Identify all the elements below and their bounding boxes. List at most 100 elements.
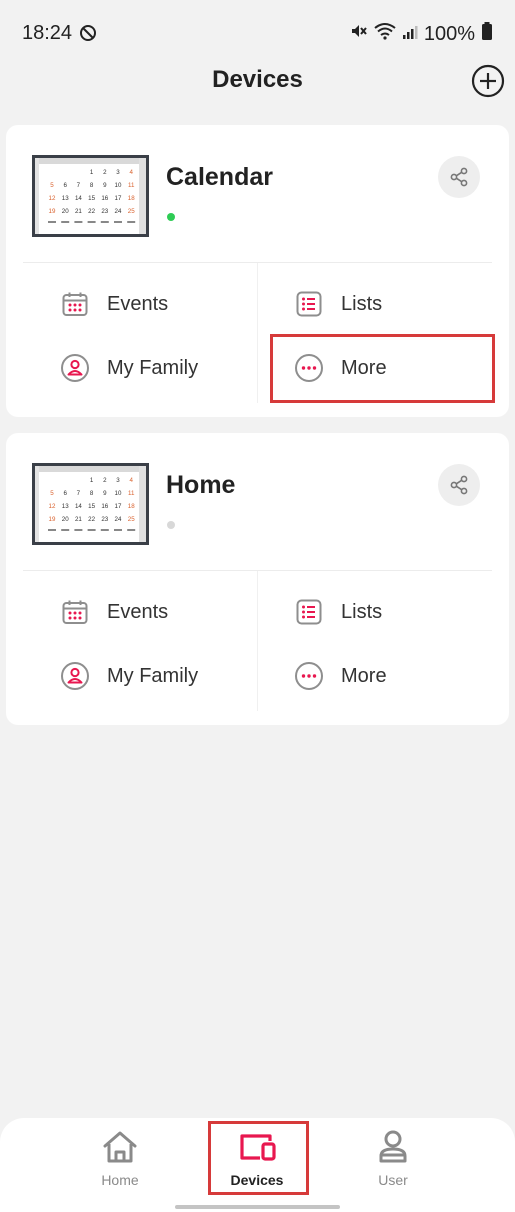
calendar-day-number: 18 bbox=[128, 195, 135, 202]
calendar-day-number: 15 bbox=[88, 195, 95, 202]
calendar-cut-off-row bbox=[61, 529, 70, 531]
my-family-label: My Family bbox=[107, 356, 199, 379]
calendar-day-number: 15 bbox=[88, 503, 95, 510]
calendar-day-number: 13 bbox=[62, 503, 69, 510]
events-label: Events bbox=[107, 600, 169, 623]
lists-button[interactable]: Lists bbox=[294, 282, 382, 326]
calendar-day-number: 11 bbox=[128, 182, 135, 189]
calendar-day-number: 19 bbox=[49, 516, 56, 523]
family-icon bbox=[60, 661, 90, 691]
calendar-day-number: 21 bbox=[75, 516, 82, 523]
calendar-cut-off-row bbox=[48, 221, 56, 223]
calendar-day-number: 12 bbox=[49, 503, 56, 510]
wifi-icon bbox=[374, 22, 396, 46]
lists-label: Lists bbox=[341, 600, 383, 623]
calendar-day-number: 9 bbox=[103, 182, 107, 189]
calendar-day-number: 2 bbox=[103, 477, 107, 484]
calendar-cut-off-row bbox=[127, 221, 136, 223]
family-icon bbox=[60, 353, 90, 383]
calendar-icon bbox=[60, 597, 90, 627]
calendar-cut-off-row bbox=[100, 529, 109, 531]
calendar-day-number: 23 bbox=[101, 208, 108, 215]
plus-circle-icon bbox=[471, 64, 505, 98]
home-icon bbox=[103, 1131, 137, 1163]
calendar-day-number: 24 bbox=[115, 516, 122, 523]
calendar-cut-off-row bbox=[100, 221, 109, 223]
calendar-day-number: 10 bbox=[115, 490, 122, 497]
nav-home[interactable]: Home bbox=[70, 1128, 170, 1194]
battery-percent: 100% bbox=[423, 22, 475, 45]
device-name: Calendar bbox=[166, 163, 273, 191]
calendar-day-number: 8 bbox=[90, 182, 94, 189]
battery-icon bbox=[481, 22, 493, 46]
calendar-cut-off-row bbox=[87, 529, 96, 531]
calendar-day-number: 22 bbox=[88, 516, 95, 523]
calendar-day-number: 19 bbox=[49, 208, 56, 215]
calendar-day-number: 22 bbox=[88, 208, 95, 215]
calendar-day-number: 25 bbox=[128, 516, 135, 523]
status-icons: 100% bbox=[350, 22, 493, 46]
device-name: Home bbox=[166, 471, 236, 499]
calendar-icon bbox=[60, 289, 90, 319]
share-button[interactable] bbox=[438, 156, 480, 198]
my-family-button[interactable]: My Family bbox=[60, 654, 198, 698]
calendar-day-number: 16 bbox=[101, 195, 108, 202]
calendar-cut-off-row bbox=[74, 529, 83, 531]
nav-home-label: Home bbox=[101, 1172, 139, 1188]
calendar-day-number: 3 bbox=[116, 477, 120, 484]
page-title: Devices bbox=[212, 66, 303, 93]
events-button[interactable]: Events bbox=[60, 590, 168, 634]
calendar-cut-off-row bbox=[127, 529, 136, 531]
more-label: More bbox=[341, 664, 387, 687]
user-icon bbox=[379, 1130, 407, 1163]
calendar-day-number: 8 bbox=[90, 490, 94, 497]
calendar-cut-off-row bbox=[74, 221, 83, 223]
calendar-day-number: 7 bbox=[77, 182, 81, 189]
calendar-day-number: 3 bbox=[116, 169, 120, 176]
nav-user[interactable]: User bbox=[343, 1128, 443, 1194]
calendar-day-number: 14 bbox=[75, 503, 82, 510]
app-header: Devices bbox=[0, 60, 515, 100]
signal-icon bbox=[402, 23, 418, 46]
calendar-day-number: 9 bbox=[103, 490, 107, 497]
calendar-day-number: 23 bbox=[101, 516, 108, 523]
mute-icon bbox=[350, 22, 368, 46]
lists-button[interactable]: Lists bbox=[294, 590, 382, 634]
add-device-button[interactable] bbox=[471, 64, 505, 98]
more-dots-icon bbox=[294, 661, 324, 691]
calendar-cut-off-row bbox=[114, 529, 122, 531]
calendar-day-number: 7 bbox=[77, 490, 81, 497]
calendar-day-number: 18 bbox=[128, 503, 135, 510]
calendar-cut-off-row bbox=[48, 529, 56, 531]
calendar-day-number: 5 bbox=[50, 182, 54, 189]
calendar-day-number: 21 bbox=[75, 208, 82, 215]
home-indicator bbox=[175, 1205, 340, 1209]
online-status-dot bbox=[167, 213, 175, 221]
events-button[interactable]: Events bbox=[60, 282, 168, 326]
calendar-day-number: 17 bbox=[115, 195, 122, 202]
events-label: Events bbox=[107, 292, 169, 315]
calendar-cut-off-row bbox=[87, 221, 96, 223]
calendar-day-number: 2 bbox=[103, 169, 107, 176]
device-thumbnail: 1 2 3 4 5 6 7 8 9 10 11 12 13 14 15 16 17 18 19 20 21 22 23 24 2… bbox=[32, 155, 149, 237]
nav-user-label: User bbox=[378, 1172, 408, 1188]
calendar-cut-off-row bbox=[114, 221, 122, 223]
calendar-day-number: 11 bbox=[128, 490, 135, 497]
device-card-home[interactable]: 1 2 3 4 5 6 7 8 9 10 11 12 13 14 15 16 17 18 19 20 21 22 23 24 2… bbox=[6, 433, 509, 725]
offline-status-dot bbox=[167, 521, 175, 529]
calendar-day-number: 4 bbox=[129, 477, 133, 484]
highlight-box bbox=[270, 334, 495, 403]
share-button[interactable] bbox=[438, 464, 480, 506]
more-button[interactable]: More bbox=[294, 654, 387, 698]
status-bar: 18:24 100% bbox=[0, 0, 515, 66]
calendar-day-number: 24 bbox=[115, 208, 122, 215]
lists-label: Lists bbox=[341, 292, 383, 315]
status-time: 18:24 bbox=[22, 22, 73, 44]
calendar-day-number: 6 bbox=[63, 490, 67, 497]
calendar-day-number: 17 bbox=[115, 503, 122, 510]
my-family-button[interactable]: My Family bbox=[60, 346, 198, 390]
calendar-day-number: 13 bbox=[62, 195, 69, 202]
calendar-day-number: 16 bbox=[101, 503, 108, 510]
calendar-day-number: 20 bbox=[62, 208, 69, 215]
highlight-box bbox=[208, 1121, 309, 1195]
